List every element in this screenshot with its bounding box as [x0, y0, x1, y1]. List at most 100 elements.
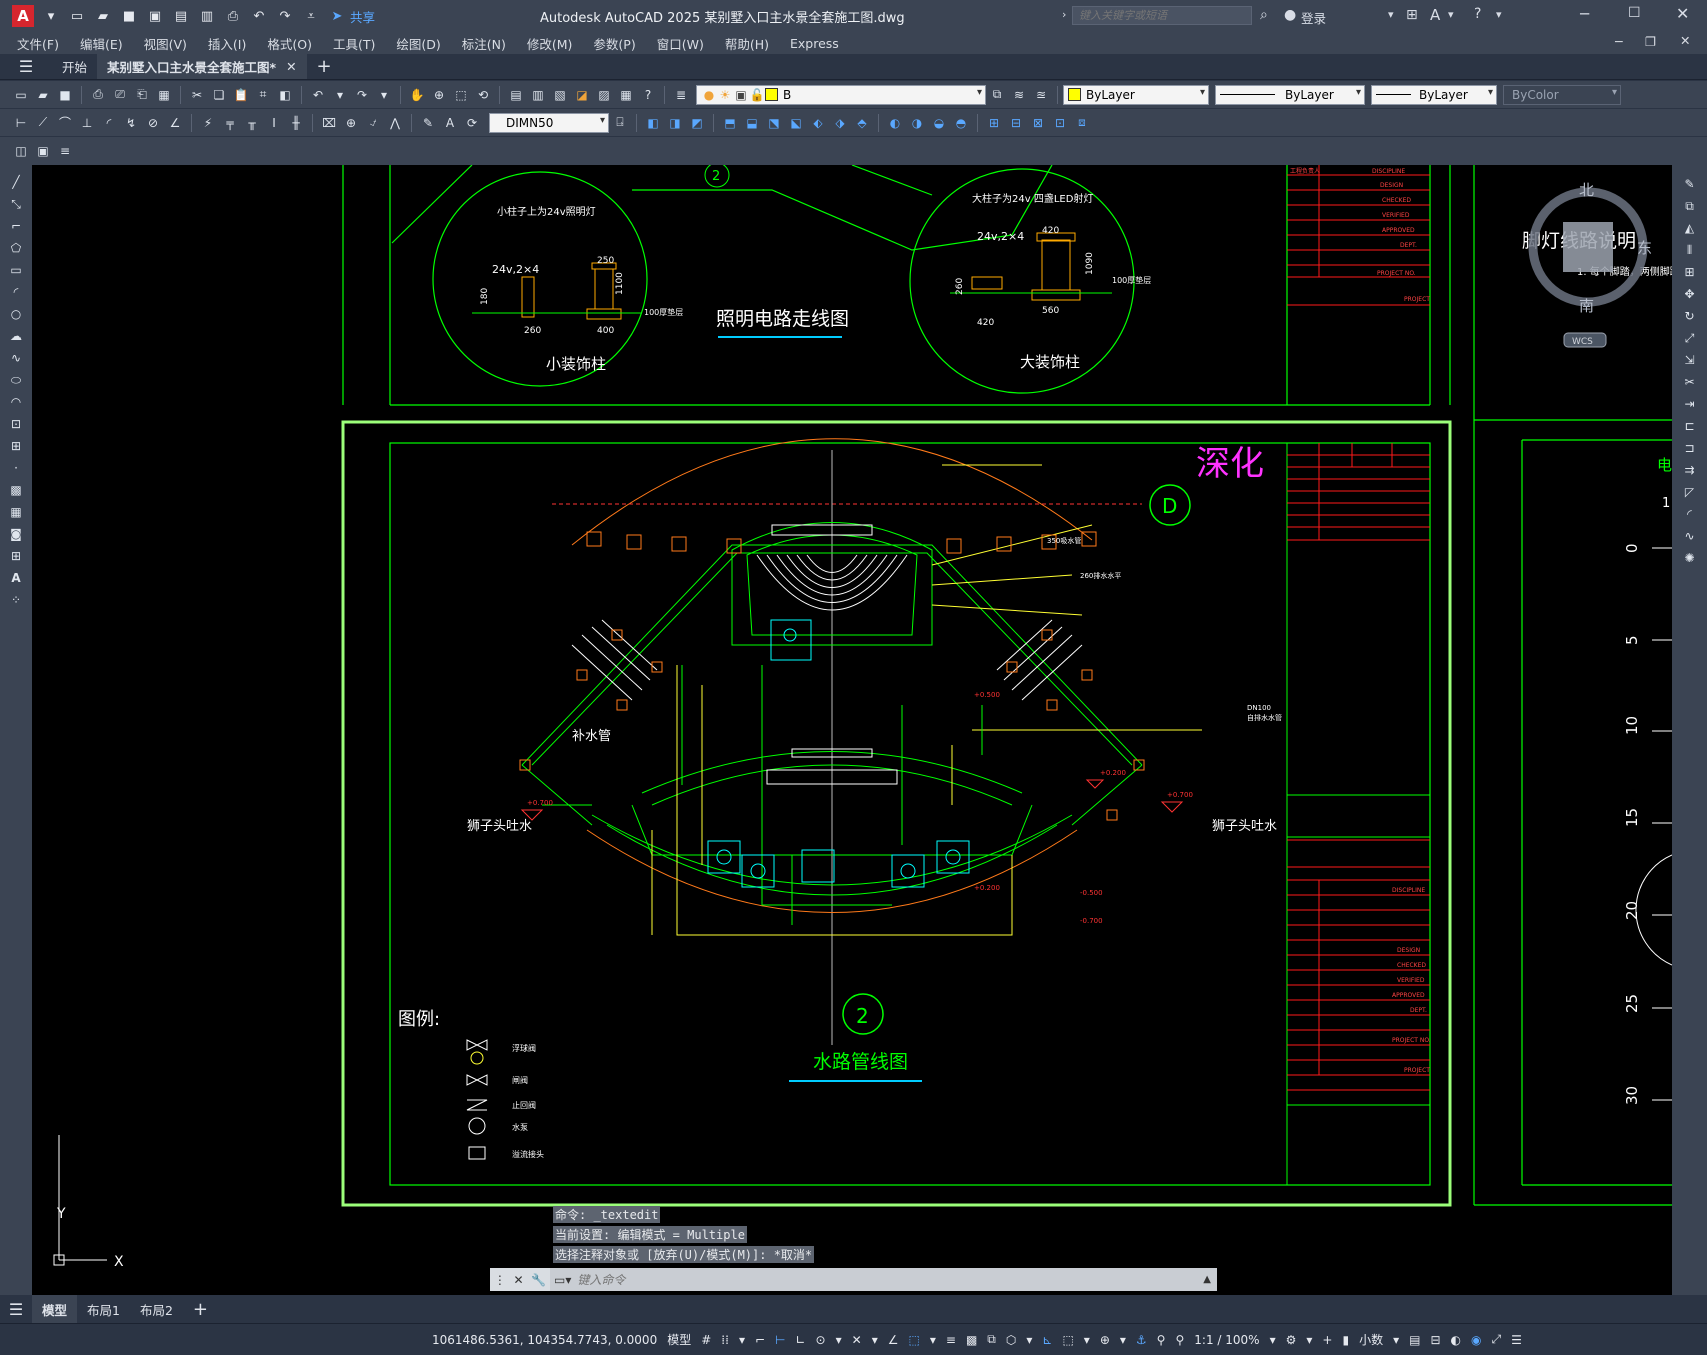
- grip-icon[interactable]: ⋮: [494, 1273, 506, 1287]
- ucs-origin-icon[interactable]: ⊠: [1028, 113, 1048, 133]
- workspace-icon[interactable]: ◫: [11, 141, 31, 161]
- point-icon[interactable]: ·: [6, 458, 26, 478]
- tab-layout2[interactable]: 布局2: [130, 1295, 183, 1323]
- cart-icon[interactable]: ⊞: [1406, 7, 1418, 23]
- ucs-icon[interactable]: ⊞: [984, 113, 1004, 133]
- menu-dimension[interactable]: 标注(N): [462, 34, 506, 53]
- copy-object-icon[interactable]: ⧉: [1680, 196, 1700, 216]
- object-snap-tracking-icon[interactable]: ✕: [852, 1333, 862, 1347]
- coordinate-readout[interactable]: 1061486.5361, 104354.7743, 0.0000: [432, 1333, 657, 1347]
- markup-icon[interactable]: ▨: [594, 85, 614, 105]
- color-combo[interactable]: ByLayer ▾: [1063, 84, 1209, 105]
- hatch-icon[interactable]: ▩: [6, 480, 26, 500]
- dim-space-icon[interactable]: I: [264, 113, 284, 133]
- a360-dropdown-icon[interactable]: ▾: [1448, 8, 1454, 21]
- undo-tool-icon[interactable]: ↶: [308, 85, 328, 105]
- menu-help[interactable]: 帮助(H): [725, 34, 769, 53]
- scale-dropdown-icon[interactable]: ▾: [1270, 1333, 1276, 1347]
- ortho-icon[interactable]: ∟: [795, 1333, 805, 1347]
- menu-express[interactable]: Express: [790, 36, 839, 51]
- center-mark-icon[interactable]: ⊕: [341, 113, 361, 133]
- customize-icon[interactable]: ⩡: [301, 7, 321, 25]
- interfere-icon[interactable]: ⬘: [852, 113, 872, 133]
- gizmo-dropdown-icon[interactable]: ▾: [1120, 1333, 1126, 1347]
- paste-icon[interactable]: 📋: [231, 85, 251, 105]
- command-line-grip[interactable]: ⋮ ✕ 🔧: [490, 1268, 550, 1291]
- subtract-icon[interactable]: ⬖: [808, 113, 828, 133]
- jogged-linear-icon[interactable]: ⋀: [385, 113, 405, 133]
- mtext-icon[interactable]: A: [6, 568, 26, 588]
- viewcube-south[interactable]: 南: [1579, 297, 1594, 315]
- union-icon[interactable]: ⬕: [786, 113, 806, 133]
- share-button[interactable]: 共享: [350, 7, 375, 26]
- command-input[interactable]: [571, 1271, 1204, 1288]
- selection-cycling-icon[interactable]: ⧉: [987, 1332, 996, 1347]
- selection-filter-icon[interactable]: ⬚: [1062, 1333, 1073, 1347]
- blend-icon[interactable]: ∿: [1680, 526, 1700, 546]
- spline-icon[interactable]: ∿: [6, 348, 26, 368]
- tab-close-icon[interactable]: ✕: [286, 59, 296, 74]
- add-layout-icon[interactable]: +: [183, 1295, 218, 1323]
- 3dprint-icon[interactable]: ▦: [154, 85, 174, 105]
- lineweight-combo[interactable]: ByLayer ▾: [1371, 84, 1497, 105]
- annotation-visibility-icon[interactable]: ⚓: [1136, 1333, 1147, 1347]
- properties-icon[interactable]: ▤: [506, 85, 526, 105]
- qnew-icon[interactable]: ▭: [11, 85, 31, 105]
- infer-icon[interactable]: ⌐: [755, 1333, 765, 1347]
- command-prompt-icon[interactable]: ▭▾: [554, 1273, 571, 1287]
- tab-model[interactable]: 模型: [32, 1295, 78, 1323]
- construction-line-icon[interactable]: ⤡: [6, 194, 26, 214]
- ellipse-icon[interactable]: ⬭: [6, 370, 26, 390]
- search-icon[interactable]: ⌕: [1260, 7, 1268, 23]
- save-icon[interactable]: ■: [119, 7, 139, 25]
- save-as-icon[interactable]: ▣: [145, 7, 165, 25]
- match-properties-icon[interactable]: ⌗: [253, 85, 273, 105]
- model-space-button[interactable]: 模型: [667, 1331, 691, 1348]
- grid-icon[interactable]: #: [701, 1333, 711, 1347]
- quick-properties-icon[interactable]: ▤: [1409, 1333, 1420, 1347]
- osnap-dropdown-icon[interactable]: ▾: [930, 1333, 936, 1347]
- isodraft-dropdown-icon[interactable]: ▾: [872, 1333, 878, 1347]
- dim-edit-icon[interactable]: ✎: [418, 113, 438, 133]
- workspace-dropdown-icon[interactable]: ▾: [1306, 1333, 1312, 1347]
- customization-icon[interactable]: ☰: [1511, 1333, 1522, 1347]
- hardware-acceleration-icon[interactable]: ◉: [1471, 1333, 1481, 1347]
- revolve-icon[interactable]: ⬓: [742, 113, 762, 133]
- menu-file[interactable]: 文件(F): [17, 34, 59, 53]
- login-button[interactable]: 登录: [1301, 8, 1326, 27]
- open-folder-icon[interactable]: ▰: [93, 7, 113, 25]
- zoom-realtime-icon[interactable]: ⊕: [429, 85, 449, 105]
- layer-previous-icon[interactable]: ≋: [1009, 85, 1029, 105]
- angle-icon[interactable]: ∠: [888, 1333, 899, 1347]
- dim-text-edit-icon[interactable]: A: [440, 113, 460, 133]
- new-file-icon[interactable]: ▭: [67, 7, 87, 25]
- command-close-icon[interactable]: ✕: [513, 1273, 523, 1287]
- viewcube-wcs[interactable]: WCS: [1572, 337, 1593, 347]
- array-icon[interactable]: ⊞: [1680, 262, 1700, 282]
- snap-icon[interactable]: ⁞⁞: [721, 1333, 729, 1347]
- redo-dropdown-icon[interactable]: ▾: [374, 85, 394, 105]
- polyline-icon[interactable]: ⌐: [6, 216, 26, 236]
- explode-icon[interactable]: ✺: [1680, 548, 1700, 568]
- walk-icon[interactable]: ⧈: [1072, 113, 1092, 133]
- save-web-icon[interactable]: ▥: [197, 7, 217, 25]
- gizmo-icon[interactable]: ⊕: [1100, 1333, 1110, 1347]
- pan-icon[interactable]: ✋: [407, 85, 427, 105]
- table-icon[interactable]: ⊞: [6, 546, 26, 566]
- annotation-scale-icon[interactable]: ⚲: [1175, 1333, 1184, 1347]
- doc-restore-icon[interactable]: ❐: [1645, 34, 1656, 49]
- dim-aligned-icon[interactable]: ⟋: [33, 113, 53, 133]
- annotation-scale-value[interactable]: 1:1 / 100%: [1194, 1333, 1259, 1347]
- hamburger-menu-icon[interactable]: ☰: [0, 54, 52, 79]
- plot-icon[interactable]: ⎙: [223, 7, 243, 25]
- object-snap-icon[interactable]: ⬚: [909, 1333, 920, 1347]
- clean-screen-icon[interactable]: ⤢: [1491, 1332, 1501, 1347]
- extrude-icon[interactable]: ⬒: [720, 113, 740, 133]
- join-icon[interactable]: ⇉: [1680, 460, 1700, 480]
- units-icon[interactable]: ▮: [1342, 1333, 1349, 1347]
- doc-close-icon[interactable]: ✕: [1680, 33, 1690, 48]
- dim-continue-icon[interactable]: ╥: [242, 113, 262, 133]
- dim-update-icon[interactable]: ⟳: [462, 113, 482, 133]
- annotation-monitor-icon[interactable]: +: [1322, 1333, 1332, 1347]
- layer-state-icon[interactable]: ≊: [1031, 85, 1051, 105]
